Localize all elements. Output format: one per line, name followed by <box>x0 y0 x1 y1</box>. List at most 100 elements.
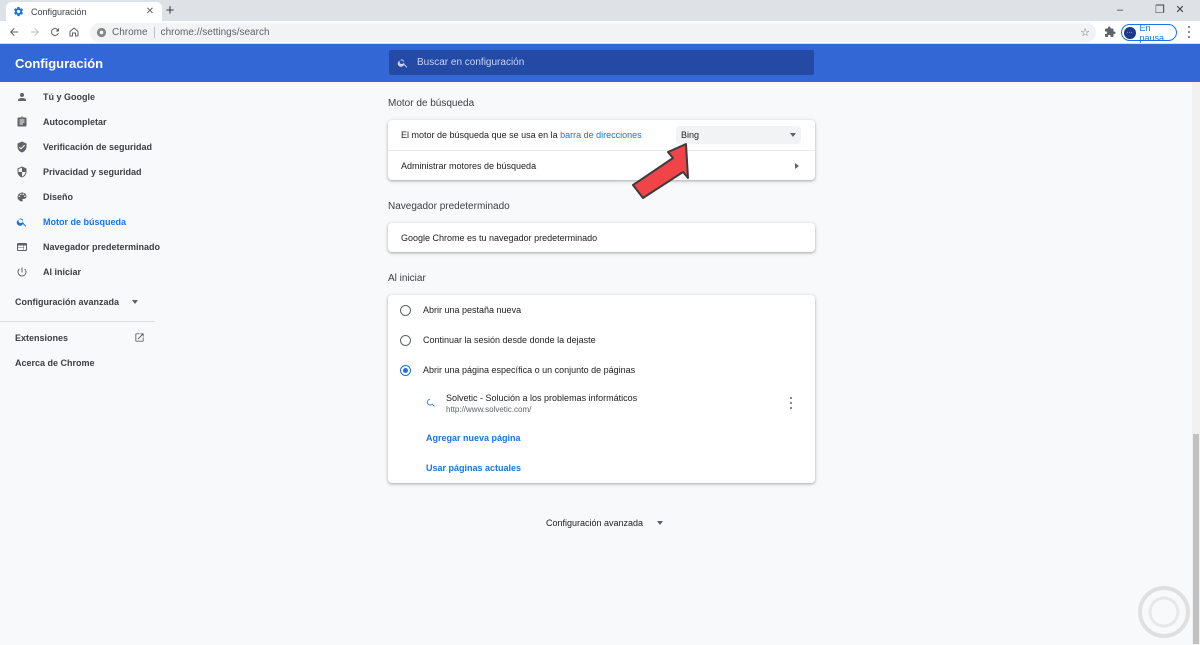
address-bar[interactable]: Chrome chrome://settings/search ☆ <box>90 23 1096 42</box>
more-vert-icon[interactable] <box>788 397 794 409</box>
startup-option-continue[interactable]: Continuar la sesión desde donde la dejas… <box>388 325 815 355</box>
search-engine-card: El motor de búsqueda que se usa en la ba… <box>388 120 815 180</box>
reload-icon <box>50 27 59 36</box>
back-button[interactable] <box>6 24 22 40</box>
bookmark-star-icon[interactable]: ☆ <box>1080 26 1090 39</box>
sidebar-item-you-and-google[interactable]: Tú y Google <box>0 84 155 109</box>
forward-button[interactable] <box>27 24 43 40</box>
sidebar-extensions-label: Extensiones <box>15 332 69 343</box>
forward-arrow-icon <box>31 28 39 36</box>
sidebar-item-label: Diseño <box>43 191 74 202</box>
sidebar-divider <box>0 321 155 322</box>
sidebar-item-label: Tú y Google <box>43 91 96 102</box>
omnibox-separator <box>153 27 155 38</box>
use-current-pages-link[interactable]: Usar páginas actuales <box>426 463 521 473</box>
palette-icon <box>16 191 28 203</box>
chevron-down-icon <box>132 299 139 304</box>
shield-icon <box>16 166 28 178</box>
settings-sidebar: Tú y Google Autocompletar Verificación d… <box>0 82 160 645</box>
sidebar-advanced-toggle[interactable]: Configuración avanzada <box>0 289 155 314</box>
sidebar-item-safety-check[interactable]: Verificación de seguridad <box>0 134 155 159</box>
close-window-button[interactable]: ✕ <box>1160 2 1200 18</box>
address-bar-link[interactable]: barra de direcciones <box>560 130 642 140</box>
new-tab-button[interactable]: + <box>162 3 178 19</box>
gear-icon <box>12 6 24 18</box>
sidebar-item-on-startup[interactable]: Al iniciar <box>0 259 155 284</box>
title-bar: Configuración ✕ + – ❐ ✕ <box>0 0 1200 21</box>
default-browser-card: Google Chrome es tu navegador predetermi… <box>388 223 815 252</box>
reload-button[interactable] <box>47 24 63 40</box>
profile-status-label: En pausa <box>1139 22 1165 43</box>
search-icon <box>16 216 28 228</box>
search-input[interactable] <box>417 57 797 68</box>
sidebar-item-label: Autocompletar <box>43 116 107 127</box>
person-icon <box>16 91 28 103</box>
section-title-search-engine: Motor de búsqueda <box>388 98 475 109</box>
startup-option-specific-pages[interactable]: Abrir una página específica o un conjunt… <box>388 355 815 385</box>
red-pointer-arrow-icon <box>632 143 689 199</box>
default-browser-row: Google Chrome es tu navegador predetermi… <box>388 223 815 252</box>
profile-button[interactable]: ··· En pausa <box>1121 22 1177 43</box>
tab-close-icon[interactable]: ✕ <box>144 6 156 17</box>
default-browser-status: Google Chrome es tu navegador predetermi… <box>401 232 598 243</box>
page-scrollbar[interactable] <box>1192 82 1200 645</box>
sidebar-item-privacy[interactable]: Privacidad y seguridad <box>0 159 155 184</box>
minimize-button[interactable]: – <box>1100 2 1140 18</box>
sidebar-item-autofill[interactable]: Autocompletar <box>0 109 155 134</box>
sidebar-item-label: Privacidad y seguridad <box>43 166 142 177</box>
startup-option-new-tab[interactable]: Abrir una pestaña nueva <box>388 295 815 325</box>
back-arrow-icon <box>10 28 18 36</box>
manage-search-engines-row[interactable]: Administrar motores de búsqueda <box>388 151 815 180</box>
sidebar-item-extensions[interactable]: Extensiones <box>0 325 155 350</box>
radio-button[interactable] <box>400 304 411 316</box>
power-icon <box>16 266 28 278</box>
add-new-page-link[interactable]: Agregar nueva página <box>426 433 521 443</box>
sidebar-item-label: Navegador predeterminado <box>43 241 161 252</box>
sidebar-item-label: Motor de búsqueda <box>43 216 126 227</box>
startup-option-label: Abrir una página específica o un conjunt… <box>423 365 636 375</box>
startup-page-title: Solvetic - Solución a los problemas info… <box>446 393 638 403</box>
chevron-down-icon <box>657 521 664 525</box>
sidebar-item-default-browser[interactable]: Navegador predeterminado <box>0 234 160 259</box>
browser-menu-icon[interactable] <box>1184 25 1194 39</box>
sidebar-item-search-engine[interactable]: Motor de búsqueda <box>0 209 155 234</box>
selected-engine: Bing <box>681 130 700 140</box>
manage-search-engines-label: Administrar motores de búsqueda <box>401 160 537 171</box>
sidebar-item-about-chrome[interactable]: Acerca de Chrome <box>0 350 155 375</box>
home-icon <box>69 27 79 37</box>
site-favicon-icon <box>426 398 435 407</box>
extensions-puzzle-icon[interactable] <box>1104 26 1116 38</box>
sidebar-advanced-label: Configuración avanzada <box>15 296 120 307</box>
advanced-settings-label: Configuración avanzada <box>546 518 644 528</box>
page-title: Configuración <box>15 56 104 71</box>
section-title-on-startup: Al iniciar <box>388 273 426 284</box>
settings-search-box[interactable] <box>389 50 814 75</box>
chrome-icon <box>96 27 107 38</box>
advanced-settings-toggle[interactable]: Configuración avanzada <box>546 518 664 528</box>
startup-option-label: Abrir una pestaña nueva <box>423 305 522 315</box>
sidebar-item-appearance[interactable]: Diseño <box>0 184 155 209</box>
url-text[interactable]: chrome://settings/search <box>161 27 270 38</box>
shield-check-icon <box>16 141 28 153</box>
browser-toolbar: Chrome chrome://settings/search ☆ <box>0 21 1200 44</box>
clipboard-icon <box>16 116 28 128</box>
home-button[interactable] <box>66 24 82 40</box>
avatar: ··· <box>1124 26 1136 39</box>
site-chip: Chrome <box>112 27 148 38</box>
scrollbar-thumb[interactable] <box>1193 434 1199 644</box>
browser-window-icon <box>16 241 28 253</box>
tab-title: Configuración <box>31 6 87 17</box>
radio-button[interactable] <box>400 334 411 346</box>
engine-label: El motor de búsqueda que se usa en la ba… <box>401 130 642 140</box>
on-startup-card: Abrir una pestaña nueva Continuar la ses… <box>388 295 815 483</box>
search-icon <box>397 59 408 68</box>
startup-option-label: Continuar la sesión desde donde la dejas… <box>423 335 596 345</box>
sidebar-about-label: Acerca de Chrome <box>15 357 95 368</box>
settings-header: Configuración <box>0 44 1200 82</box>
browser-tab[interactable]: Configuración ✕ <box>6 2 162 21</box>
radio-button-checked[interactable] <box>400 364 411 376</box>
open-external-icon <box>135 333 144 342</box>
watermark-logo-icon <box>1138 586 1190 638</box>
search-engine-row: El motor de búsqueda que se usa en la ba… <box>388 120 815 150</box>
chevron-down-icon <box>790 133 796 137</box>
